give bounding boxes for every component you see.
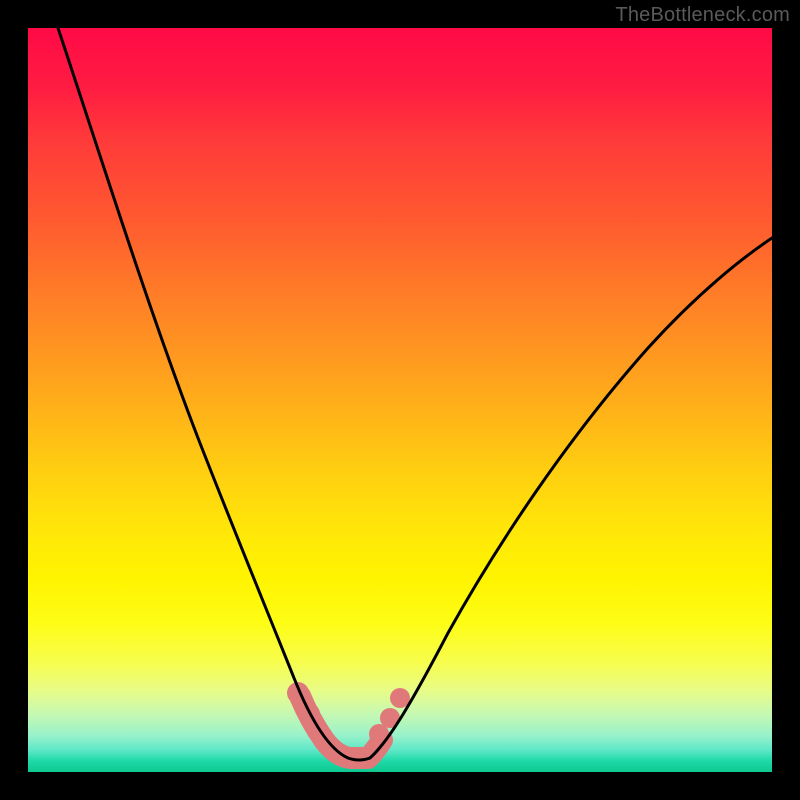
left-curve xyxy=(58,28,348,758)
plot-area xyxy=(28,28,772,772)
outer-frame: TheBottleneck.com xyxy=(0,0,800,800)
right-curve xyxy=(370,238,772,758)
curve-layer xyxy=(28,28,772,772)
watermark-text: TheBottleneck.com xyxy=(615,4,790,27)
